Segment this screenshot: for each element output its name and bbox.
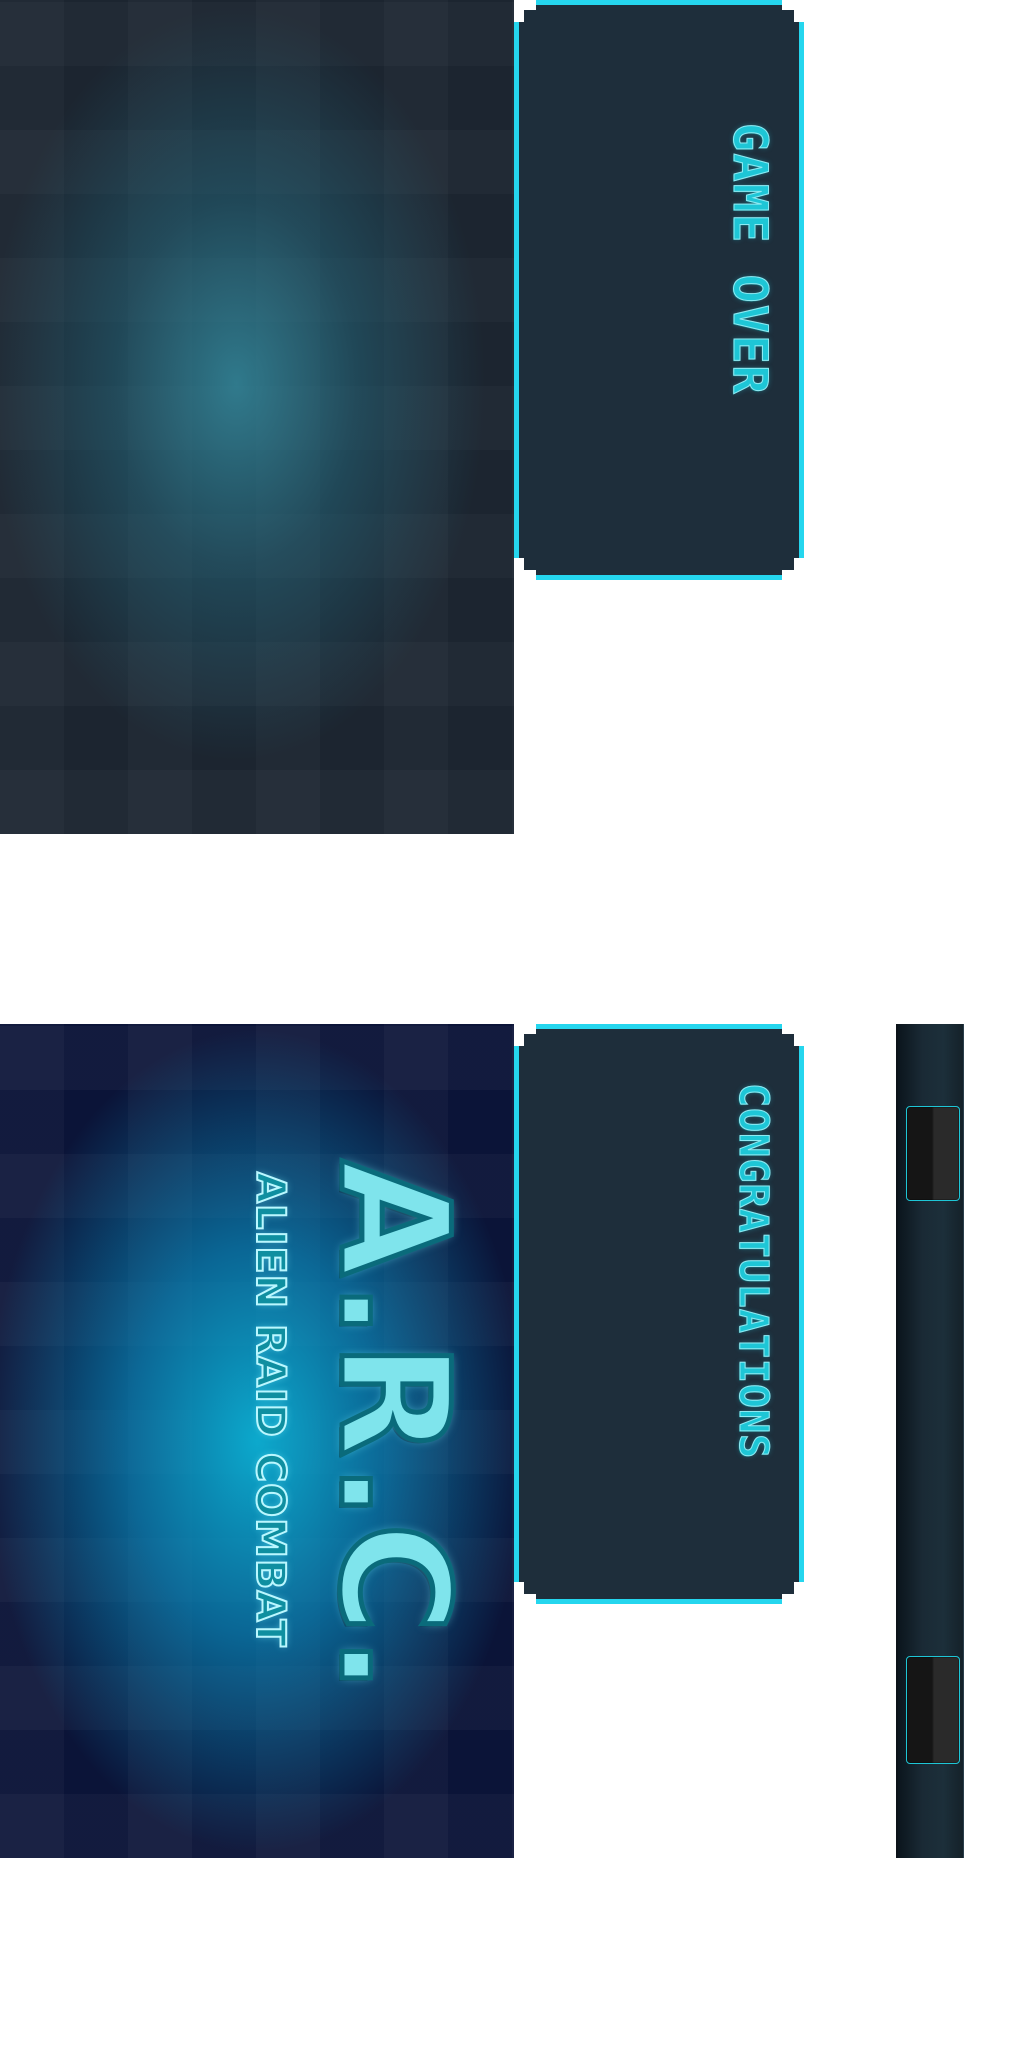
arc-logo: A.R.C. ALIEN RAID COMBAT [246, 1157, 483, 1730]
congratulations-panel-inner: CONGRATULATIONS [519, 1029, 799, 1599]
slot-bottom [906, 1656, 960, 1764]
arc-logo-main: A.R.C. [304, 1157, 483, 1698]
game-over-title: GAME OVER [722, 123, 777, 396]
game-over-panel-inner: GAME OVER [519, 5, 799, 575]
congratulations-panel: CONGRATULATIONS [514, 1024, 804, 1604]
background-dark-teal [0, 0, 514, 834]
congratulations-title: CONGRATULATIONS [730, 1083, 776, 1460]
arc-logo-subtitle: ALIEN RAID COMBAT [246, 1171, 294, 1649]
side-strip [896, 1024, 964, 1858]
game-over-panel: GAME OVER [514, 0, 804, 580]
slot-top [906, 1106, 960, 1201]
